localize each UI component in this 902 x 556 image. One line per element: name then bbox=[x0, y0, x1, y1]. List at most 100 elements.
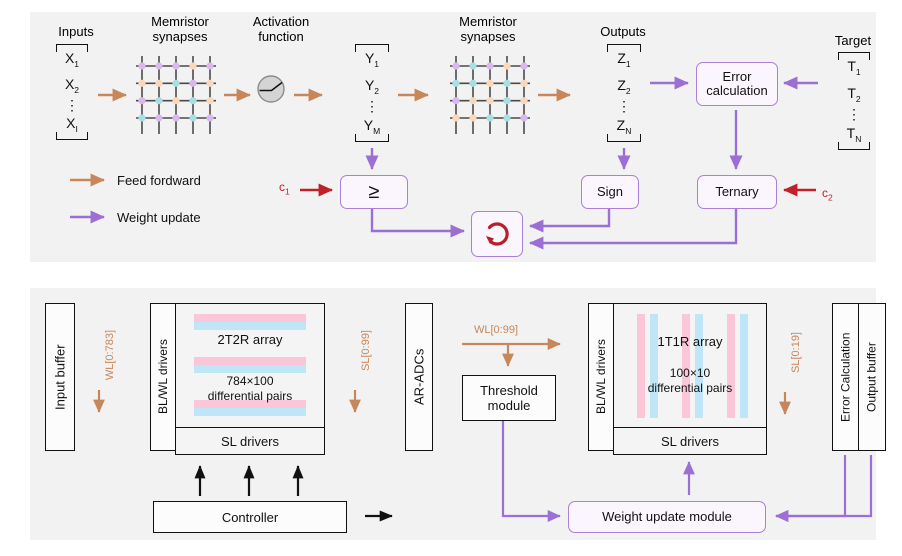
memristor-junction-dot bbox=[503, 79, 511, 87]
heading-activation-function: Activation function bbox=[252, 14, 310, 44]
vector-item: T2 bbox=[847, 84, 861, 104]
vector-items: Y1 Y2 ⋮ YM bbox=[355, 50, 389, 136]
memristor-junction-dot bbox=[206, 114, 214, 122]
memristor-junction-dot bbox=[189, 79, 197, 87]
memristor-junction-dot bbox=[469, 62, 477, 70]
memristor-junction-dot bbox=[452, 79, 460, 87]
memristor-junction-dot bbox=[503, 97, 511, 105]
array-1t1r-size: 100×10 bbox=[669, 366, 711, 380]
memristor-junction-dot bbox=[486, 79, 494, 87]
vector-outputs-z: Z1 Z2 ⋮ ZN bbox=[607, 44, 641, 142]
memristor-junction-dot bbox=[503, 62, 511, 70]
stripe-blue bbox=[194, 322, 306, 330]
vector-ellipsis: ⋮ bbox=[65, 97, 79, 113]
vector-item: Y2 bbox=[364, 76, 380, 96]
output-buffer-box[interactable]: Output buffer bbox=[858, 303, 886, 451]
memristor-junction-dot bbox=[155, 62, 163, 70]
vector-inputs-x: X1 X2 ⋮ XI bbox=[56, 44, 88, 140]
memristor-junction-dot bbox=[172, 79, 180, 87]
memristor-junction-dot bbox=[172, 97, 180, 105]
array-2t2r-size: 784×100 bbox=[226, 374, 274, 388]
loop-refresh-icon bbox=[486, 222, 509, 246]
memristor-junction-dot bbox=[452, 62, 460, 70]
controller-box[interactable]: Controller bbox=[153, 501, 347, 533]
crossbar-grid bbox=[450, 56, 530, 134]
vector-item: X1 bbox=[64, 50, 80, 69]
ar-adcs-box[interactable]: AR-ADCs bbox=[405, 303, 433, 451]
memristor-junction-dot bbox=[189, 114, 197, 122]
stripe-pink bbox=[194, 314, 306, 322]
memristor-junction-dot bbox=[469, 79, 477, 87]
vector-ellipsis: ⋮ bbox=[617, 98, 631, 115]
figure-root: Inputs Memristor synapses Activation fun… bbox=[0, 0, 902, 556]
memristor-junction-dot bbox=[138, 114, 146, 122]
vector-items: Z1 Z2 ⋮ ZN bbox=[607, 50, 641, 136]
constant-c1: c1 bbox=[279, 180, 290, 197]
signal-wl-0-99: WL[0:99] bbox=[474, 324, 519, 336]
sign-box[interactable]: Sign bbox=[581, 175, 639, 209]
stripe-pink bbox=[194, 357, 306, 365]
stripe-blue bbox=[194, 408, 306, 416]
error-calculation-box[interactable]: Error calculation bbox=[696, 62, 778, 106]
heading-inputs: Inputs bbox=[58, 24, 94, 39]
memristor-junction-dot bbox=[469, 114, 477, 122]
error-calculation-bottom-box[interactable]: Error Calculation bbox=[832, 303, 860, 451]
array-2t2r-subtitle: differential pairs bbox=[207, 389, 293, 403]
vector-items: X1 X2 ⋮ XI bbox=[56, 50, 88, 134]
memristor-junction-dot bbox=[138, 62, 146, 70]
signal-wl-0-783: WL[0:783] bbox=[104, 330, 116, 381]
threshold-module-box[interactable]: Threshold module bbox=[462, 375, 556, 421]
array-2t2r-box[interactable]: 2T2R array 784×100 differential pairs bbox=[175, 303, 325, 429]
signal-sl-0-19: SL[0:19] bbox=[790, 332, 802, 373]
array-2t2r-title: 2T2R array bbox=[217, 332, 283, 347]
vector-ellipsis: ⋮ bbox=[847, 106, 861, 123]
loop-box[interactable] bbox=[471, 211, 523, 257]
memristor-junction-dot bbox=[206, 62, 214, 70]
vector-item: T1 bbox=[847, 58, 861, 77]
ternary-box[interactable]: Ternary bbox=[697, 175, 777, 209]
memristor-junction-dot bbox=[172, 114, 180, 122]
memristor-junction-dot bbox=[155, 97, 163, 105]
crossbar-grid bbox=[136, 56, 216, 134]
memristor-junction-dot bbox=[452, 114, 460, 122]
sl-drivers-left-box[interactable]: SL drivers bbox=[175, 427, 325, 455]
vector-hidden-y: Y1 Y2 ⋮ YM bbox=[355, 44, 389, 142]
compare-ge-box[interactable]: ≥ bbox=[340, 175, 408, 209]
sl-drivers-right-box[interactable]: SL drivers bbox=[613, 427, 767, 455]
memristor-junction-dot bbox=[155, 114, 163, 122]
vector-ellipsis: ⋮ bbox=[365, 98, 379, 115]
vector-items: T1 T2 ⋮ TN bbox=[838, 58, 870, 144]
memristor-junction-dot bbox=[503, 114, 511, 122]
array-1t1r-subtitle: differential pairs bbox=[647, 381, 733, 395]
vector-item: X2 bbox=[64, 76, 80, 95]
relu-activation-icon bbox=[257, 75, 285, 103]
memristor-junction-dot bbox=[486, 114, 494, 122]
memristor-junction-dot bbox=[206, 79, 214, 87]
heading-memristor-synapses-1: Memristor synapses bbox=[151, 14, 209, 44]
blwl-drivers-right-box[interactable]: BL/WL drivers bbox=[588, 303, 615, 451]
vector-item: Y1 bbox=[364, 50, 380, 69]
vector-item: ZN bbox=[616, 117, 632, 136]
memristor-crossbar-2 bbox=[450, 56, 530, 134]
weight-update-module-box[interactable]: Weight update module bbox=[568, 501, 766, 533]
memristor-junction-dot bbox=[206, 97, 214, 105]
blwl-drivers-left-box[interactable]: BL/WL drivers bbox=[150, 303, 177, 451]
vector-target-t: T1 T2 ⋮ TN bbox=[838, 52, 870, 150]
array-1t1r-box[interactable]: 1T1R array 100×10 differential pairs bbox=[613, 303, 767, 429]
vector-item: Z2 bbox=[617, 76, 631, 96]
memristor-junction-dot bbox=[520, 97, 528, 105]
heading-target: Target bbox=[834, 33, 872, 48]
input-buffer-box[interactable]: Input buffer bbox=[45, 303, 75, 451]
vector-item: TN bbox=[846, 125, 862, 144]
constant-c2: c2 bbox=[822, 186, 833, 203]
legend-label-weight-update: Weight update bbox=[117, 210, 201, 225]
memristor-crossbar-1 bbox=[136, 56, 216, 134]
heading-memristor-synapses-2: Memristor synapses bbox=[459, 14, 517, 44]
memristor-junction-dot bbox=[189, 97, 197, 105]
memristor-junction-dot bbox=[469, 97, 477, 105]
memristor-junction-dot bbox=[155, 79, 163, 87]
memristor-junction-dot bbox=[486, 62, 494, 70]
vector-item: XI bbox=[66, 115, 78, 134]
memristor-junction-dot bbox=[486, 97, 494, 105]
legend-label-feed-forward: Feed fordward bbox=[117, 173, 201, 188]
